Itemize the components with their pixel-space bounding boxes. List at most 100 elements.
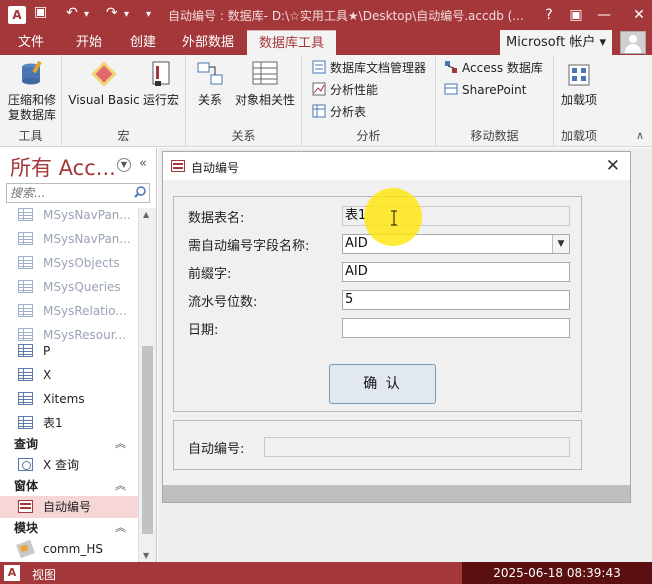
search-icon[interactable] — [134, 186, 146, 198]
analyze-table-button[interactable]: 分析表 — [312, 102, 366, 122]
ribbon-group-relations: 关系 对象相关性 关系 — [186, 55, 302, 147]
tab-file[interactable]: 文件 — [18, 30, 44, 55]
list-item-table[interactable]: MSysQueries — [0, 276, 138, 298]
help-button[interactable]: ? — [538, 4, 560, 26]
addins-label: 加载项 — [560, 93, 597, 107]
table-icon — [18, 232, 33, 245]
compact-label-1: 压缩和修 — [7, 93, 56, 107]
collapse-chevron-icon: ︽ — [115, 479, 126, 492]
visual-basic-button[interactable]: Visual Basic — [68, 59, 140, 108]
ribbon: 压缩和修 复数据库 工具 Visual Basic 运行宏 宏 关系 对象相关性… — [0, 55, 652, 147]
scroll-down-icon[interactable]: ▼ — [143, 551, 149, 560]
sharepoint-icon — [444, 82, 458, 96]
list-item-table[interactable]: MSysNavPan... — [0, 228, 138, 250]
prefix-label: 前缀字: — [188, 267, 232, 282]
access-database-label: Access 数据库 — [462, 61, 543, 75]
ribbon-group-addins: 加载项 加载项 — [554, 55, 604, 147]
list-item-table[interactable]: X — [0, 364, 138, 386]
shutter-bar-close-icon[interactable]: « — [139, 156, 147, 171]
collapse-chevron-icon: ︽ — [115, 521, 126, 534]
visual-basic-label: Visual Basic — [68, 93, 140, 107]
collapse-ribbon-icon[interactable]: ∧ — [636, 129, 644, 142]
list-item-table[interactable]: P — [0, 340, 138, 362]
list-item-query[interactable]: X 查询 — [0, 454, 138, 476]
tab-database-tools[interactable]: 数据库工具 — [247, 30, 337, 55]
compact-repair-button[interactable]: 压缩和修 复数据库 — [4, 59, 60, 123]
nav-pane-menu-icon[interactable]: ▼ — [117, 158, 131, 172]
list-item-table[interactable]: MSysObjects — [0, 252, 138, 274]
digits-label: 流水号位数: — [188, 295, 258, 310]
nav-search-input[interactable] — [7, 184, 127, 202]
documenter-label: 数据库文档管理器 — [330, 61, 427, 75]
text-cursor-icon — [391, 210, 397, 226]
tab-external-data[interactable]: 外部数据 — [182, 30, 234, 55]
ribbon-group-tools: 压缩和修 复数据库 工具 — [0, 55, 62, 147]
save-icon[interactable]: ▣ — [34, 4, 47, 20]
form-title: 自动编号 — [191, 161, 240, 175]
date-field[interactable] — [342, 318, 570, 338]
object-dependencies-label: 对象相关性 — [234, 93, 295, 107]
addins-button[interactable]: 加载项 — [556, 59, 602, 108]
nav-group-modules[interactable]: 模块 ︽ — [0, 518, 138, 538]
access-database-button[interactable]: Access 数据库 — [444, 58, 543, 78]
tab-create[interactable]: 创建 — [130, 30, 156, 55]
analyze-performance-button[interactable]: 分析性能 — [312, 80, 378, 100]
group-name-addins: 加载项 — [560, 129, 597, 143]
undo-dropdown-icon[interactable]: ▾ — [84, 9, 89, 20]
analyze-table-label: 分析表 — [330, 105, 367, 119]
view-label: 视图 — [32, 568, 57, 582]
object-dependencies-button[interactable]: 对象相关性 — [232, 59, 298, 108]
avatar[interactable] — [620, 31, 646, 54]
list-item-table[interactable]: MSysRelatio... — [0, 300, 138, 322]
redo-icon[interactable]: ↷ — [106, 5, 118, 21]
nav-group-forms[interactable]: 窗体 ︽ — [0, 476, 138, 496]
list-item-table[interactable]: 表1 — [0, 412, 138, 434]
query-icon — [18, 458, 33, 471]
form-icon — [171, 160, 185, 172]
run-macro-button[interactable]: 运行宏 — [140, 59, 182, 108]
list-item-module[interactable]: comm_HS — [0, 538, 138, 560]
ribbon-display-options-icon[interactable]: ▣ — [565, 4, 587, 26]
documenter-icon — [312, 60, 326, 74]
tab-home[interactable]: 开始 — [76, 30, 102, 55]
nav-group-queries[interactable]: 查询 ︽ — [0, 434, 138, 454]
form-icon — [18, 500, 33, 513]
list-item-table[interactable]: MSysNavPan... — [0, 204, 138, 226]
compact-database-icon — [17, 59, 47, 89]
close-form-button[interactable]: ✕ — [606, 155, 620, 177]
table-icon — [18, 368, 33, 381]
status-bar: A 视图 2025-06-18 08:39:43 00:00.000 — [0, 562, 652, 584]
list-item-table[interactable]: Xitems — [0, 388, 138, 410]
chevron-down-icon[interactable]: ▼ — [552, 235, 569, 253]
relationships-button[interactable]: 关系 — [192, 59, 228, 108]
table-icon — [18, 280, 33, 293]
prefix-field[interactable]: AID — [342, 262, 570, 282]
customize-quick-access-icon[interactable]: ▾ — [146, 9, 151, 20]
database-documenter-button[interactable]: 数据库文档管理器 — [312, 58, 426, 78]
sharepoint-label: SharePoint — [462, 83, 527, 97]
datetime-readout: 2025-06-18 08:39:43 00:00.000 — [462, 562, 652, 584]
nav-scrollbar[interactable]: ▲ ▼ — [138, 208, 156, 562]
group-name-analyze: 分析 — [356, 129, 381, 143]
undo-icon[interactable]: ↶ — [66, 5, 78, 21]
scroll-up-icon[interactable]: ▲ — [143, 210, 149, 219]
ribbon-group-move-data: Access 数据库 SharePoint 移动数据 — [436, 55, 554, 147]
confirm-button[interactable]: 确 认 — [329, 364, 436, 404]
access-database-icon — [444, 60, 458, 74]
visual-basic-icon — [89, 59, 119, 89]
digits-field[interactable]: 5 — [342, 290, 570, 310]
window-title: 自动编号 : 数据库- D:\☆实用工具★\Desktop\自动编号.accdb… — [168, 9, 524, 23]
account-menu[interactable]: Microsoft 帐户 ▾ — [500, 30, 612, 55]
nav-pane-title[interactable]: 所有 Acc... — [10, 152, 116, 182]
scroll-thumb[interactable] — [142, 346, 153, 534]
group-name-macro: 宏 — [117, 129, 130, 143]
group-name-move-data: 移动数据 — [470, 129, 519, 143]
list-item-form[interactable]: 自动编号 — [0, 496, 138, 518]
minimize-button[interactable]: — — [593, 4, 615, 26]
close-window-button[interactable]: ✕ — [628, 4, 650, 26]
ribbon-tabs: 文件 开始 创建 外部数据 数据库工具 Microsoft 帐户 ▾ — [0, 30, 652, 55]
redo-dropdown-icon[interactable]: ▾ — [124, 9, 129, 20]
result-label: 自动编号: — [188, 442, 245, 457]
field-name-label: 需自动编号字段名称: — [188, 239, 310, 254]
sharepoint-button[interactable]: SharePoint — [444, 80, 526, 100]
